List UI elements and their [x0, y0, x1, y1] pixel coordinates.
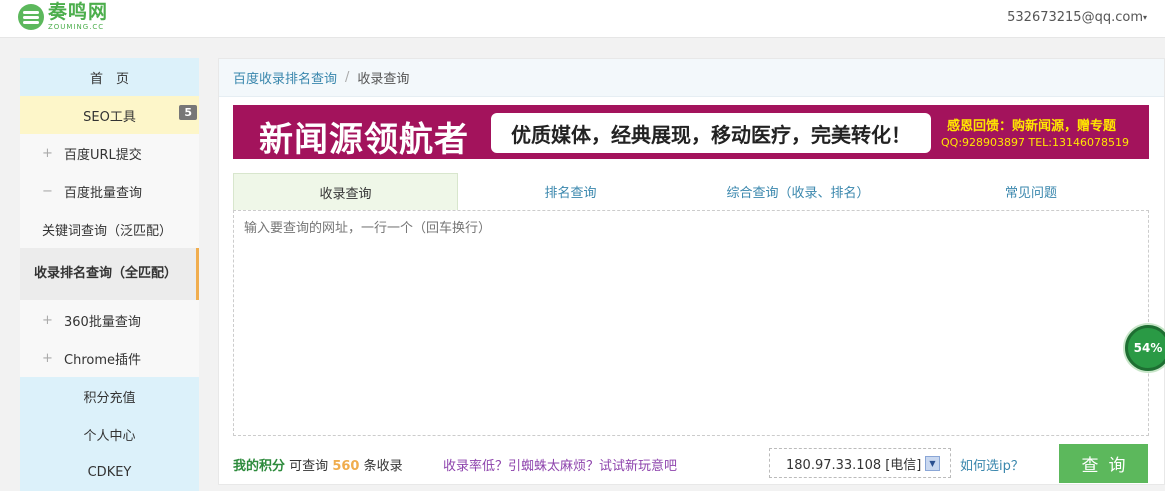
- sidebar-item-seo-tools[interactable]: SEO工具 5: [20, 96, 199, 134]
- sidebar-item-recharge[interactable]: 积分充值: [20, 377, 199, 415]
- user-email: 532673215@qq.com: [1007, 10, 1143, 25]
- dropdown-arrow-icon: ▼: [925, 456, 940, 471]
- site-logo[interactable]: 奏鸣网 ZOUMING.CC: [18, 3, 108, 31]
- points-value: 560: [332, 459, 360, 474]
- collapse-icon: −: [42, 183, 53, 199]
- sidebar-item-chrome-plugin[interactable]: + Chrome插件: [20, 339, 199, 377]
- sidebar: 首 页 SEO工具 5 + 百度URL提交 − 百度批量查询 关键词查询（泛匹配…: [20, 58, 199, 491]
- tab-rank-query[interactable]: 排名查询: [458, 173, 683, 210]
- sidebar-item-label: 收录排名查询（全匹配）: [34, 266, 178, 281]
- url-input-textarea[interactable]: [233, 210, 1149, 436]
- logo-title: 奏鸣网: [48, 1, 109, 23]
- banner-contact: QQ:928903897 TEL:13146078519: [941, 136, 1129, 149]
- progress-indicator[interactable]: 54%: [1125, 325, 1165, 371]
- sidebar-item-label: CDKEY: [87, 464, 132, 480]
- sidebar-item-label: 360批量查询: [64, 314, 141, 330]
- breadcrumb-current: 收录查询: [357, 72, 410, 87]
- top-header: 奏鸣网 ZOUMING.CC 532673215@qq.com▾: [0, 0, 1165, 38]
- sidebar-item-home[interactable]: 首 页: [20, 58, 199, 96]
- ip-select-value: 180.97.33.108 [电信]: [786, 457, 922, 473]
- tab-index-query[interactable]: 收录查询: [233, 173, 458, 210]
- sidebar-item-label: 百度批量查询: [64, 185, 143, 201]
- points-label: 我的积分: [233, 459, 286, 474]
- count-badge: 5: [179, 105, 197, 120]
- expand-icon: +: [42, 312, 53, 328]
- sidebar-item-label: 关键词查询（泛匹配）: [42, 223, 173, 239]
- query-footer: 我的积分 可查询 560 条收录 收录率低？引蜘蛛太麻烦？试试新玩意吧 180.…: [233, 444, 1149, 485]
- breadcrumb: 百度收录排名查询 / 收录查询: [219, 59, 1164, 97]
- breadcrumb-separator: /: [345, 70, 350, 85]
- banner-slogan: 优质媒体，经典展现，移动医疗，完美转化！: [511, 122, 911, 147]
- ip-select[interactable]: 180.97.33.108 [电信] ▼: [769, 448, 951, 478]
- banner-headline: 新闻源领航者: [259, 120, 469, 159]
- sidebar-item-360-batch-query[interactable]: + 360批量查询: [20, 301, 199, 339]
- breadcrumb-parent-link[interactable]: 百度收录排名查询: [233, 68, 337, 87]
- promo-tip-link[interactable]: 收录率低？引蜘蛛太麻烦？试试新玩意吧: [443, 455, 677, 474]
- tab-label: 常见问题: [1004, 186, 1057, 201]
- ad-banner[interactable]: 新闻源领航者 优质媒体，经典展现，移动医疗，完美转化！ 感恩回馈：购新闻源，赠专…: [233, 105, 1149, 159]
- banner-slogan-box: 优质媒体，经典展现，移动医疗，完美转化！: [491, 113, 931, 153]
- query-button[interactable]: 查询: [1059, 444, 1148, 483]
- logo-subtitle: ZOUMING.CC: [48, 23, 105, 31]
- main-panel: 百度收录排名查询 / 收录查询 新闻源领航者 优质媒体，经典展现，移动医疗，完美…: [218, 58, 1165, 485]
- sidebar-item-cdkey[interactable]: CDKEY: [20, 453, 199, 491]
- sidebar-item-keyword-query[interactable]: 关键词查询（泛匹配）: [20, 210, 199, 248]
- sidebar-item-index-rank-query[interactable]: 收录排名查询（全匹配）: [20, 248, 199, 300]
- ip-help-link[interactable]: 如何选ip？: [960, 455, 1024, 474]
- sidebar-item-label: Chrome插件: [64, 352, 141, 368]
- points-text-pre: 可查询: [289, 459, 329, 474]
- sidebar-item-label: 百度URL提交: [64, 147, 142, 163]
- tab-label: 排名查询: [544, 186, 597, 201]
- tab-faq[interactable]: 常见问题: [913, 173, 1149, 210]
- banner-promo: 感恩回馈：购新闻源，赠专题: [947, 119, 1117, 134]
- tab-label: 收录查询: [319, 186, 372, 202]
- expand-icon: +: [42, 145, 53, 161]
- user-account-menu[interactable]: 532673215@qq.com▾: [1007, 10, 1147, 25]
- tab-combined-query[interactable]: 综合查询（收录、排名）: [683, 173, 913, 210]
- tab-label: 综合查询（收录、排名）: [726, 186, 870, 201]
- progress-label: 54%: [1133, 341, 1163, 355]
- sidebar-item-baidu-batch-query[interactable]: − 百度批量查询: [20, 172, 199, 210]
- sidebar-item-label: 个人中心: [83, 428, 136, 444]
- sidebar-item-label: 首 页: [89, 71, 129, 87]
- sidebar-item-label: 积分充值: [83, 390, 136, 406]
- query-tabs: 收录查询 排名查询 综合查询（收录、排名） 常见问题: [233, 173, 1149, 210]
- sidebar-item-label: SEO工具: [83, 109, 136, 125]
- sidebar-item-baidu-url-submit[interactable]: + 百度URL提交: [20, 134, 199, 172]
- caret-down-icon: ▾: [1142, 13, 1147, 22]
- expand-icon: +: [42, 350, 53, 366]
- logo-icon: [18, 4, 44, 30]
- points-info: 我的积分 可查询 560 条收录: [233, 455, 403, 474]
- sidebar-item-personal-center[interactable]: 个人中心: [20, 415, 199, 453]
- points-text-post: 条收录: [363, 459, 403, 474]
